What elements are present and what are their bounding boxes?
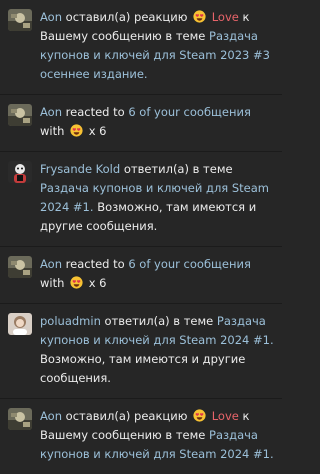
meme-avatar-icon[interactable] [8, 408, 32, 430]
heart-eyes-emoji-icon [193, 10, 206, 23]
alert-action: reacted to [65, 257, 125, 271]
alert-action: оставил(а) реакцию [65, 10, 188, 24]
reaction-name: Love [211, 10, 239, 24]
alert-username[interactable]: Aon [40, 257, 62, 271]
alert-text: poluadmin ответил(а) в теме Раздача купо… [40, 304, 278, 398]
alert-item[interactable]: Aon reacted to 6 of your сообщения with … [0, 247, 282, 304]
reacted-messages-link[interactable]: 6 of your сообщения [128, 257, 251, 271]
alert-item[interactable]: Aon оставил(а) реакцию Love к Вашему соо… [0, 0, 282, 95]
alert-username[interactable]: poluadmin [40, 314, 101, 328]
alert-item[interactable]: poluadmin ответил(а) в теме Раздача купо… [0, 304, 282, 399]
alert-text: Aon оставил(а) реакцию Love к Вашему соо… [40, 399, 278, 474]
reacted-messages-link[interactable]: 6 of your сообщения [128, 105, 251, 119]
alert-username[interactable]: Aon [40, 105, 62, 119]
alert-username[interactable]: Aon [40, 10, 62, 24]
meme-avatar-icon[interactable] [8, 256, 32, 278]
reaction-name: Love [211, 409, 239, 423]
alert-with: with [40, 276, 65, 290]
alert-username[interactable]: Aon [40, 409, 62, 423]
alert-with: with [40, 124, 65, 138]
heart-eyes-emoji-icon [70, 124, 83, 137]
alert-item[interactable]: Frysande Kold ответил(а) в теме Раздача … [0, 152, 282, 247]
alert-tail: Возможно, там имеются и другие сообщения… [40, 352, 246, 385]
reaction-multiplier: x 6 [88, 124, 107, 138]
alerts-list: Aon оставил(а) реакцию Love к Вашему соо… [0, 0, 282, 461]
alert-action: оставил(а) реакцию [65, 409, 188, 423]
alert-action: ответил(а) в теме [123, 162, 233, 176]
heart-eyes-emoji-icon [70, 276, 83, 289]
cartoon-avatar-icon[interactable] [8, 161, 32, 183]
alert-username[interactable]: Frysande Kold [40, 162, 120, 176]
girl-avatar-icon[interactable] [8, 313, 32, 335]
alert-text: Frysande Kold ответил(а) в теме Раздача … [40, 152, 278, 246]
alert-text: Aon reacted to 6 of your сообщения with … [40, 95, 278, 151]
meme-avatar-icon[interactable] [8, 9, 32, 31]
heart-eyes-emoji-icon [193, 409, 206, 422]
alert-item[interactable]: Aon оставил(а) реакцию Love к Вашему соо… [0, 399, 282, 474]
alert-action: reacted to [65, 105, 125, 119]
meme-avatar-icon[interactable] [8, 104, 32, 126]
alert-item[interactable]: Aon reacted to 6 of your сообщения with … [0, 95, 282, 152]
alert-action: ответил(а) в теме [104, 314, 214, 328]
reaction-multiplier: x 6 [88, 276, 107, 290]
alert-text: Aon reacted to 6 of your сообщения with … [40, 247, 278, 303]
alert-text: Aon оставил(а) реакцию Love к Вашему соо… [40, 0, 278, 94]
